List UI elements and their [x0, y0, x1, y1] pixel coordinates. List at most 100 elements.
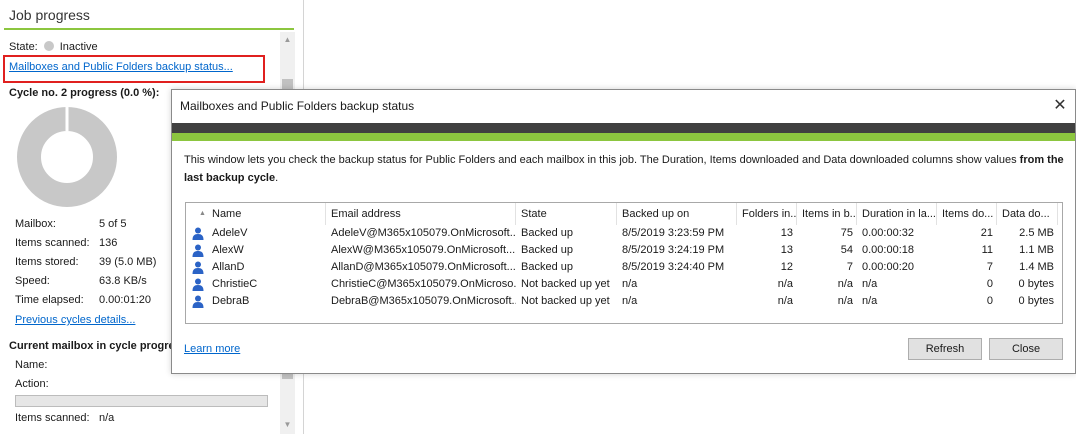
current-mailbox-progress-bar: [15, 395, 268, 407]
scroll-up-icon[interactable]: ▲: [283, 35, 292, 44]
dialog-description: This window lets you check the backup st…: [184, 151, 1064, 187]
dialog-header-band: [172, 123, 1075, 133]
user-icon: [192, 227, 204, 240]
state-indicator-icon: [43, 41, 54, 51]
table-row[interactable]: DebraB DebraB@M365x105079.OnMicrosoft....…: [186, 293, 1062, 310]
description-end: .: [275, 172, 279, 184]
stat-value-speed: 63.8 KB/s: [99, 275, 147, 287]
cell-items-downloaded: 0: [986, 278, 993, 290]
cell-backed-up-on: n/a: [622, 278, 638, 290]
cell-items-downloaded: 21: [980, 227, 993, 239]
stat-value-items-scanned: 136: [99, 237, 118, 249]
stat-label-speed: Speed:: [15, 275, 50, 287]
cell-folders: 13: [780, 227, 793, 239]
cell-duration: 0.00:00:18: [862, 244, 914, 256]
cell-duration: n/a: [862, 278, 878, 290]
current-name-label: Name:: [15, 359, 48, 371]
cell-duration: n/a: [862, 295, 878, 307]
cycle-progress-heading: Cycle no. 2 progress (0.0 %):: [9, 87, 160, 99]
cell-backed-up-on: n/a: [622, 295, 638, 307]
table-row[interactable]: AllanD AllanD@M365x105079.OnMicrosoft....…: [186, 259, 1062, 276]
state-row: State: Inactive: [9, 40, 98, 54]
cell-folders: 13: [780, 244, 793, 256]
previous-cycles-link[interactable]: Previous cycles details...: [15, 313, 135, 327]
table-header: ▲ Name Email address State Backed up on …: [186, 203, 1062, 225]
cell-name: ChristieC: [212, 278, 258, 290]
dialog-title: Mailboxes and Public Folders backup stat…: [180, 99, 415, 113]
column-header-state[interactable]: State: [517, 203, 617, 225]
cell-data-downloaded: 2.5 MB: [1019, 227, 1054, 239]
panel-title-underline: [4, 28, 294, 30]
table-row[interactable]: AlexW AlexW@M365x105079.OnMicrosoft.... Ba…: [186, 242, 1062, 259]
state-label: State:: [9, 41, 38, 53]
column-header-items-downloaded[interactable]: Items do...: [938, 203, 997, 225]
cell-folders: n/a: [777, 295, 793, 307]
cell-backed-up-on: 8/5/2019 3:23:59 PM: [622, 227, 725, 239]
dialog-accent-band: [172, 133, 1075, 141]
cell-state: Backed up: [521, 261, 573, 273]
column-header-backed-up-on[interactable]: Backed up on: [618, 203, 737, 225]
scroll-down-icon[interactable]: ▼: [283, 420, 292, 429]
cell-items: 75: [840, 227, 853, 239]
stat-label-mailbox: Mailbox:: [15, 218, 56, 230]
cell-folders: n/a: [777, 278, 793, 290]
table-row[interactable]: ChristieC ChristieC@M365x105079.OnMicroso…: [186, 276, 1062, 293]
cell-name: AlexW: [212, 244, 244, 256]
close-button[interactable]: Close: [989, 338, 1063, 360]
cell-state: Backed up: [521, 227, 573, 239]
cell-duration: 0.00:00:32: [862, 227, 914, 239]
cell-state: Backed up: [521, 244, 573, 256]
current-items-scanned-label: Items scanned:: [15, 412, 90, 424]
cell-backed-up-on: 8/5/2019 3:24:19 PM: [622, 244, 725, 256]
panel-title: Job progress: [9, 7, 90, 23]
user-icon: [192, 244, 204, 257]
column-header-name[interactable]: Name: [208, 203, 326, 225]
column-header-email[interactable]: Email address: [327, 203, 516, 225]
table-row[interactable]: AdeleV AdeleV@M365x105079.OnMicrosoft....…: [186, 225, 1062, 242]
description-text: This window lets you check the backup st…: [184, 154, 1020, 166]
sort-ascending-icon: ▲: [199, 210, 206, 217]
cell-name: AllanD: [212, 261, 245, 273]
cell-items: 54: [840, 244, 853, 256]
cell-state: Not backed up yet: [521, 278, 610, 290]
cell-state: Not backed up yet: [521, 295, 610, 307]
user-icon: [192, 261, 204, 274]
current-action-label: Action:: [15, 378, 49, 390]
learn-more-link[interactable]: Learn more: [184, 343, 240, 355]
backup-status-dialog: Mailboxes and Public Folders backup stat…: [171, 89, 1076, 374]
column-header-data-downloaded[interactable]: Data do...: [998, 203, 1058, 225]
current-items-scanned-value: n/a: [99, 412, 115, 424]
cell-data-downloaded: 0 bytes: [1018, 278, 1054, 290]
column-header-duration[interactable]: Duration in la...: [858, 203, 937, 225]
stat-value-items-stored: 39 (5.0 MB): [99, 256, 157, 268]
cell-email: ChristieC@M365x105079.OnMicroso...: [331, 278, 516, 290]
cell-items-downloaded: 11: [981, 244, 993, 256]
stat-value-mailbox: 5 of 5: [99, 218, 127, 230]
stat-label-time-elapsed: Time elapsed:: [15, 294, 84, 306]
cell-items: 7: [846, 261, 853, 273]
refresh-button[interactable]: Refresh: [908, 338, 982, 360]
state-value: Inactive: [59, 41, 98, 53]
cycle-progress-donut: [17, 105, 117, 207]
cell-items-downloaded: 0: [986, 295, 993, 307]
backup-status-link[interactable]: Mailboxes and Public Folders backup stat…: [9, 60, 233, 74]
cell-email: AdeleV@M365x105079.OnMicrosoft....: [331, 227, 516, 239]
close-icon[interactable]: ✕: [1050, 96, 1070, 116]
stat-value-time-elapsed: 0.00:01:20: [99, 294, 151, 306]
column-header-folders[interactable]: Folders in...: [738, 203, 797, 225]
stat-label-items-stored: Items stored:: [15, 256, 79, 268]
cell-data-downloaded: 1.4 MB: [1019, 261, 1054, 273]
cell-data-downloaded: 1.1 MB: [1019, 244, 1054, 256]
cell-email: AlexW@M365x105079.OnMicrosoft....: [331, 244, 516, 256]
user-icon: [192, 295, 204, 308]
cell-email: AllanD@M365x105079.OnMicrosoft....: [331, 261, 516, 273]
mailbox-status-table[interactable]: ▲ Name Email address State Backed up on …: [185, 202, 1063, 324]
column-header-items[interactable]: Items in b...: [798, 203, 857, 225]
stat-label-items-scanned: Items scanned:: [15, 237, 90, 249]
cell-items-downloaded: 7: [986, 261, 993, 273]
cell-name: AdeleV: [212, 227, 248, 239]
cell-email: DebraB@M365x105079.OnMicrosoft....: [331, 295, 516, 307]
cell-items: n/a: [837, 295, 853, 307]
cell-name: DebraB: [212, 295, 250, 307]
cell-duration: 0.00:00:20: [862, 261, 914, 273]
